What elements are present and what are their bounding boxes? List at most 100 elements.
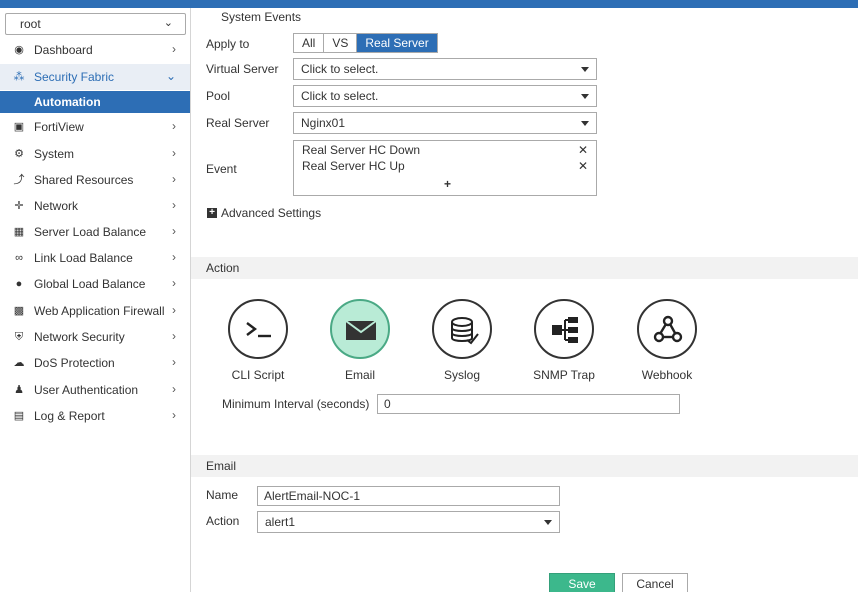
pool-select[interactable]: Click to select.	[293, 85, 597, 107]
real-server-label: Real Server	[206, 116, 270, 130]
sidebar-item-user-authentication[interactable]: ♟ User Authentication ›	[0, 377, 190, 403]
email-action[interactable]	[330, 299, 390, 359]
syslog-label: Syslog	[443, 368, 481, 382]
sidebar-item-network[interactable]: ✛ Network ›	[0, 193, 190, 219]
sidebar-item-network-security[interactable]: ⛨ Network Security ›	[0, 324, 190, 350]
chevron-right-icon: ›	[172, 250, 176, 264]
security-fabric-icon: ⁂	[13, 71, 25, 83]
virtual-server-select[interactable]: Click to select.	[293, 58, 597, 80]
min-interval-input[interactable]: 0	[377, 394, 680, 414]
email-section-title: Email	[206, 459, 237, 473]
apply-to-real-server-button[interactable]: Real Server	[357, 34, 437, 52]
terminal-icon	[246, 322, 271, 338]
event-label: Event	[206, 162, 237, 176]
sidebar-item-shared-resources[interactable]: ⤴ Shared Resources ›	[0, 167, 190, 193]
link-icon: ∞	[15, 252, 23, 264]
sidebar-item-web-application-firewall[interactable]: ▩ Web Application Firewall ›	[0, 298, 190, 324]
caret-down-icon	[544, 520, 552, 525]
chart-icon: ▤	[13, 410, 25, 422]
sidebar-item-fortiview[interactable]: ▣ FortiView ›	[0, 114, 190, 140]
sidebar-item-label: User Authentication	[34, 383, 139, 397]
chevron-right-icon: ›	[172, 198, 176, 212]
close-icon[interactable]: ✕	[578, 143, 588, 157]
pool-value: Click to select.	[301, 89, 379, 103]
fortiview-icon: ▣	[13, 121, 25, 133]
top-bar	[0, 0, 858, 8]
syslog-action[interactable]	[432, 299, 492, 359]
chevron-right-icon: ›	[172, 408, 176, 422]
apply-to-toggle: All VS Real Server	[293, 33, 438, 53]
sidebar-item-label: Global Load Balance	[34, 277, 146, 291]
email-action-value: alert1	[265, 515, 296, 529]
save-button[interactable]: Save	[549, 573, 615, 592]
advanced-settings-label: Advanced Settings	[221, 206, 322, 220]
cli-script-action[interactable]	[228, 299, 288, 359]
dashboard-icon: ◉	[14, 44, 24, 56]
user-icon: ♟	[14, 384, 24, 396]
sidebar-item-label: Network	[34, 199, 79, 213]
sidebar-item-global-load-balance[interactable]: ● Global Load Balance ›	[0, 271, 190, 297]
chevron-right-icon: ›	[172, 382, 176, 396]
close-icon[interactable]: ✕	[578, 159, 588, 173]
chevron-down-icon: ⌄	[165, 69, 176, 83]
sidebar-item-server-load-balance[interactable]: ▦ Server Load Balance ›	[0, 219, 190, 245]
sidebar-item-dos-protection[interactable]: ☁ DoS Protection ›	[0, 350, 190, 376]
event-item: Real Server HC Up	[302, 159, 405, 173]
apply-to-vs-button[interactable]: VS	[324, 34, 358, 52]
email-action-select[interactable]: alert1	[257, 511, 560, 533]
snmp-icon	[552, 317, 578, 343]
chevron-right-icon: ›	[172, 119, 176, 133]
vdom-value: root	[20, 17, 41, 31]
caret-down-icon	[581, 94, 589, 99]
chevron-right-icon: ›	[172, 172, 176, 186]
envelope-icon	[345, 320, 377, 340]
chevron-right-icon: ›	[172, 42, 176, 56]
sidebar-item-label: System	[34, 147, 75, 161]
webhook-action[interactable]	[637, 299, 697, 359]
event-multiselect[interactable]: Real Server HC Down ✕ Real Server HC Up …	[293, 140, 597, 196]
sidebar-item-label: DoS Protection	[34, 356, 115, 370]
cancel-button[interactable]: Cancel	[622, 573, 688, 592]
snmp-trap-label: SNMP Trap	[533, 368, 595, 382]
sidebar-item-log-report[interactable]: ▤ Log & Report ›	[0, 403, 190, 429]
sidebar-item-label: Log & Report	[34, 409, 105, 423]
sidebar-item-label: Server Load Balance	[34, 225, 147, 239]
sidebar-item-label: Link Load Balance	[34, 251, 133, 265]
sidebar-item-link-load-balance[interactable]: ∞ Link Load Balance ›	[0, 245, 190, 271]
webhook-icon	[653, 315, 683, 343]
main-panel: System Events Apply to All VS Real Serve…	[191, 8, 858, 592]
chevron-down-icon: ⌄	[163, 17, 173, 29]
cloud-icon: ☁	[13, 357, 25, 369]
real-server-select[interactable]: Nginx01	[293, 112, 597, 134]
chevron-right-icon: ›	[172, 329, 176, 343]
caret-down-icon	[581, 67, 589, 72]
vdom-select[interactable]: root ⌄	[5, 13, 186, 35]
action-section-title: Action	[206, 261, 240, 275]
sidebar-item-automation[interactable]: Automation	[0, 91, 190, 113]
sidebar-item-label: Security Fabric	[34, 70, 115, 84]
sidebar-item-dashboard[interactable]: ◉ Dashboard ›	[0, 37, 190, 63]
sidebar-item-system[interactable]: ⚙ System ›	[0, 141, 190, 167]
caret-down-icon	[581, 121, 589, 126]
advanced-settings-toggle[interactable]: + Advanced Settings	[207, 206, 321, 220]
email-section-header: Email	[191, 455, 858, 477]
sidebar-item-security-fabric[interactable]: ⁂ Security Fabric ⌄	[0, 64, 190, 90]
min-interval-label: Minimum Interval (seconds)	[222, 397, 370, 411]
cli-script-label: CLI Script	[231, 368, 285, 382]
share-icon: ⤴	[13, 174, 25, 186]
virtual-server-label: Virtual Server	[206, 62, 279, 76]
chevron-right-icon: ›	[172, 224, 176, 238]
section-title: System Events	[221, 10, 302, 24]
apply-to-all-button[interactable]: All	[294, 34, 325, 52]
email-name-input[interactable]: AlertEmail-NOC-1	[257, 486, 560, 506]
gear-icon: ⚙	[14, 148, 24, 160]
expand-icon: +	[207, 208, 217, 218]
sidebar-item-label: Automation	[34, 95, 101, 109]
email-name-value: AlertEmail-NOC-1	[264, 489, 361, 503]
sidebar-item-label: Dashboard	[34, 43, 93, 57]
sidebar: root ⌄ ◉ Dashboard › ⁂ Security Fabric ⌄…	[0, 8, 191, 592]
snmp-trap-action[interactable]	[534, 299, 594, 359]
globe-icon: ●	[15, 278, 23, 290]
email-label: Email	[344, 368, 375, 382]
add-event-icon[interactable]: +	[444, 177, 451, 191]
